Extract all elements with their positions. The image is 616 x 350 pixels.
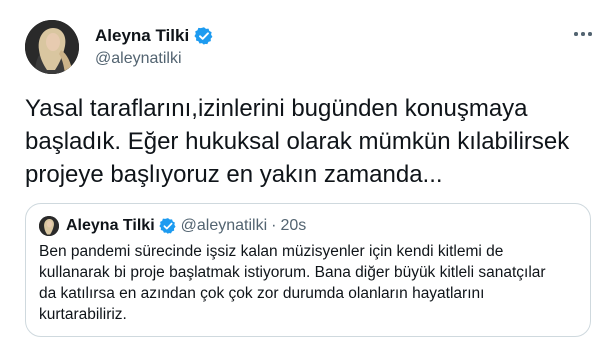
quoted-tweet-header: Aleyna Tilki @aleynatilki · 20s	[39, 216, 306, 236]
avatar[interactable]	[25, 20, 79, 74]
tweet-text: Yasal taraflarını,izinlerini bugünden ko…	[25, 95, 570, 188]
tweet-card: Aleyna Tilki @aleynatilki Yasal taraflar…	[0, 0, 616, 350]
quoted-avatar	[39, 216, 59, 236]
quoted-author-handle: @aleynatilki	[180, 217, 268, 234]
more-dot	[581, 32, 585, 36]
more-dot	[574, 32, 578, 36]
quoted-author-name: Aleyna Tilki	[66, 217, 155, 234]
author-name[interactable]: Aleyna Tilki	[95, 26, 189, 46]
verified-badge-icon	[159, 217, 177, 235]
more-dot	[588, 32, 592, 36]
quoted-tweet-text: Ben pandemi sürecinde işsiz kalan müzisy…	[39, 243, 546, 323]
quoted-timestamp[interactable]: 20s	[280, 217, 306, 235]
more-options-button[interactable]	[568, 22, 598, 46]
author-row: Aleyna Tilki	[95, 26, 214, 46]
verified-badge-icon	[194, 26, 214, 46]
quoted-tweet[interactable]: Aleyna Tilki @aleynatilki · 20s Ben pand…	[25, 203, 591, 337]
author-handle[interactable]: @aleynatilki	[95, 50, 182, 68]
separator-dot: ·	[271, 217, 277, 234]
